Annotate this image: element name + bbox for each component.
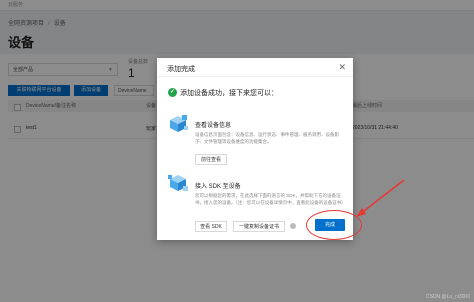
annotation-arrow	[356, 179, 405, 217]
